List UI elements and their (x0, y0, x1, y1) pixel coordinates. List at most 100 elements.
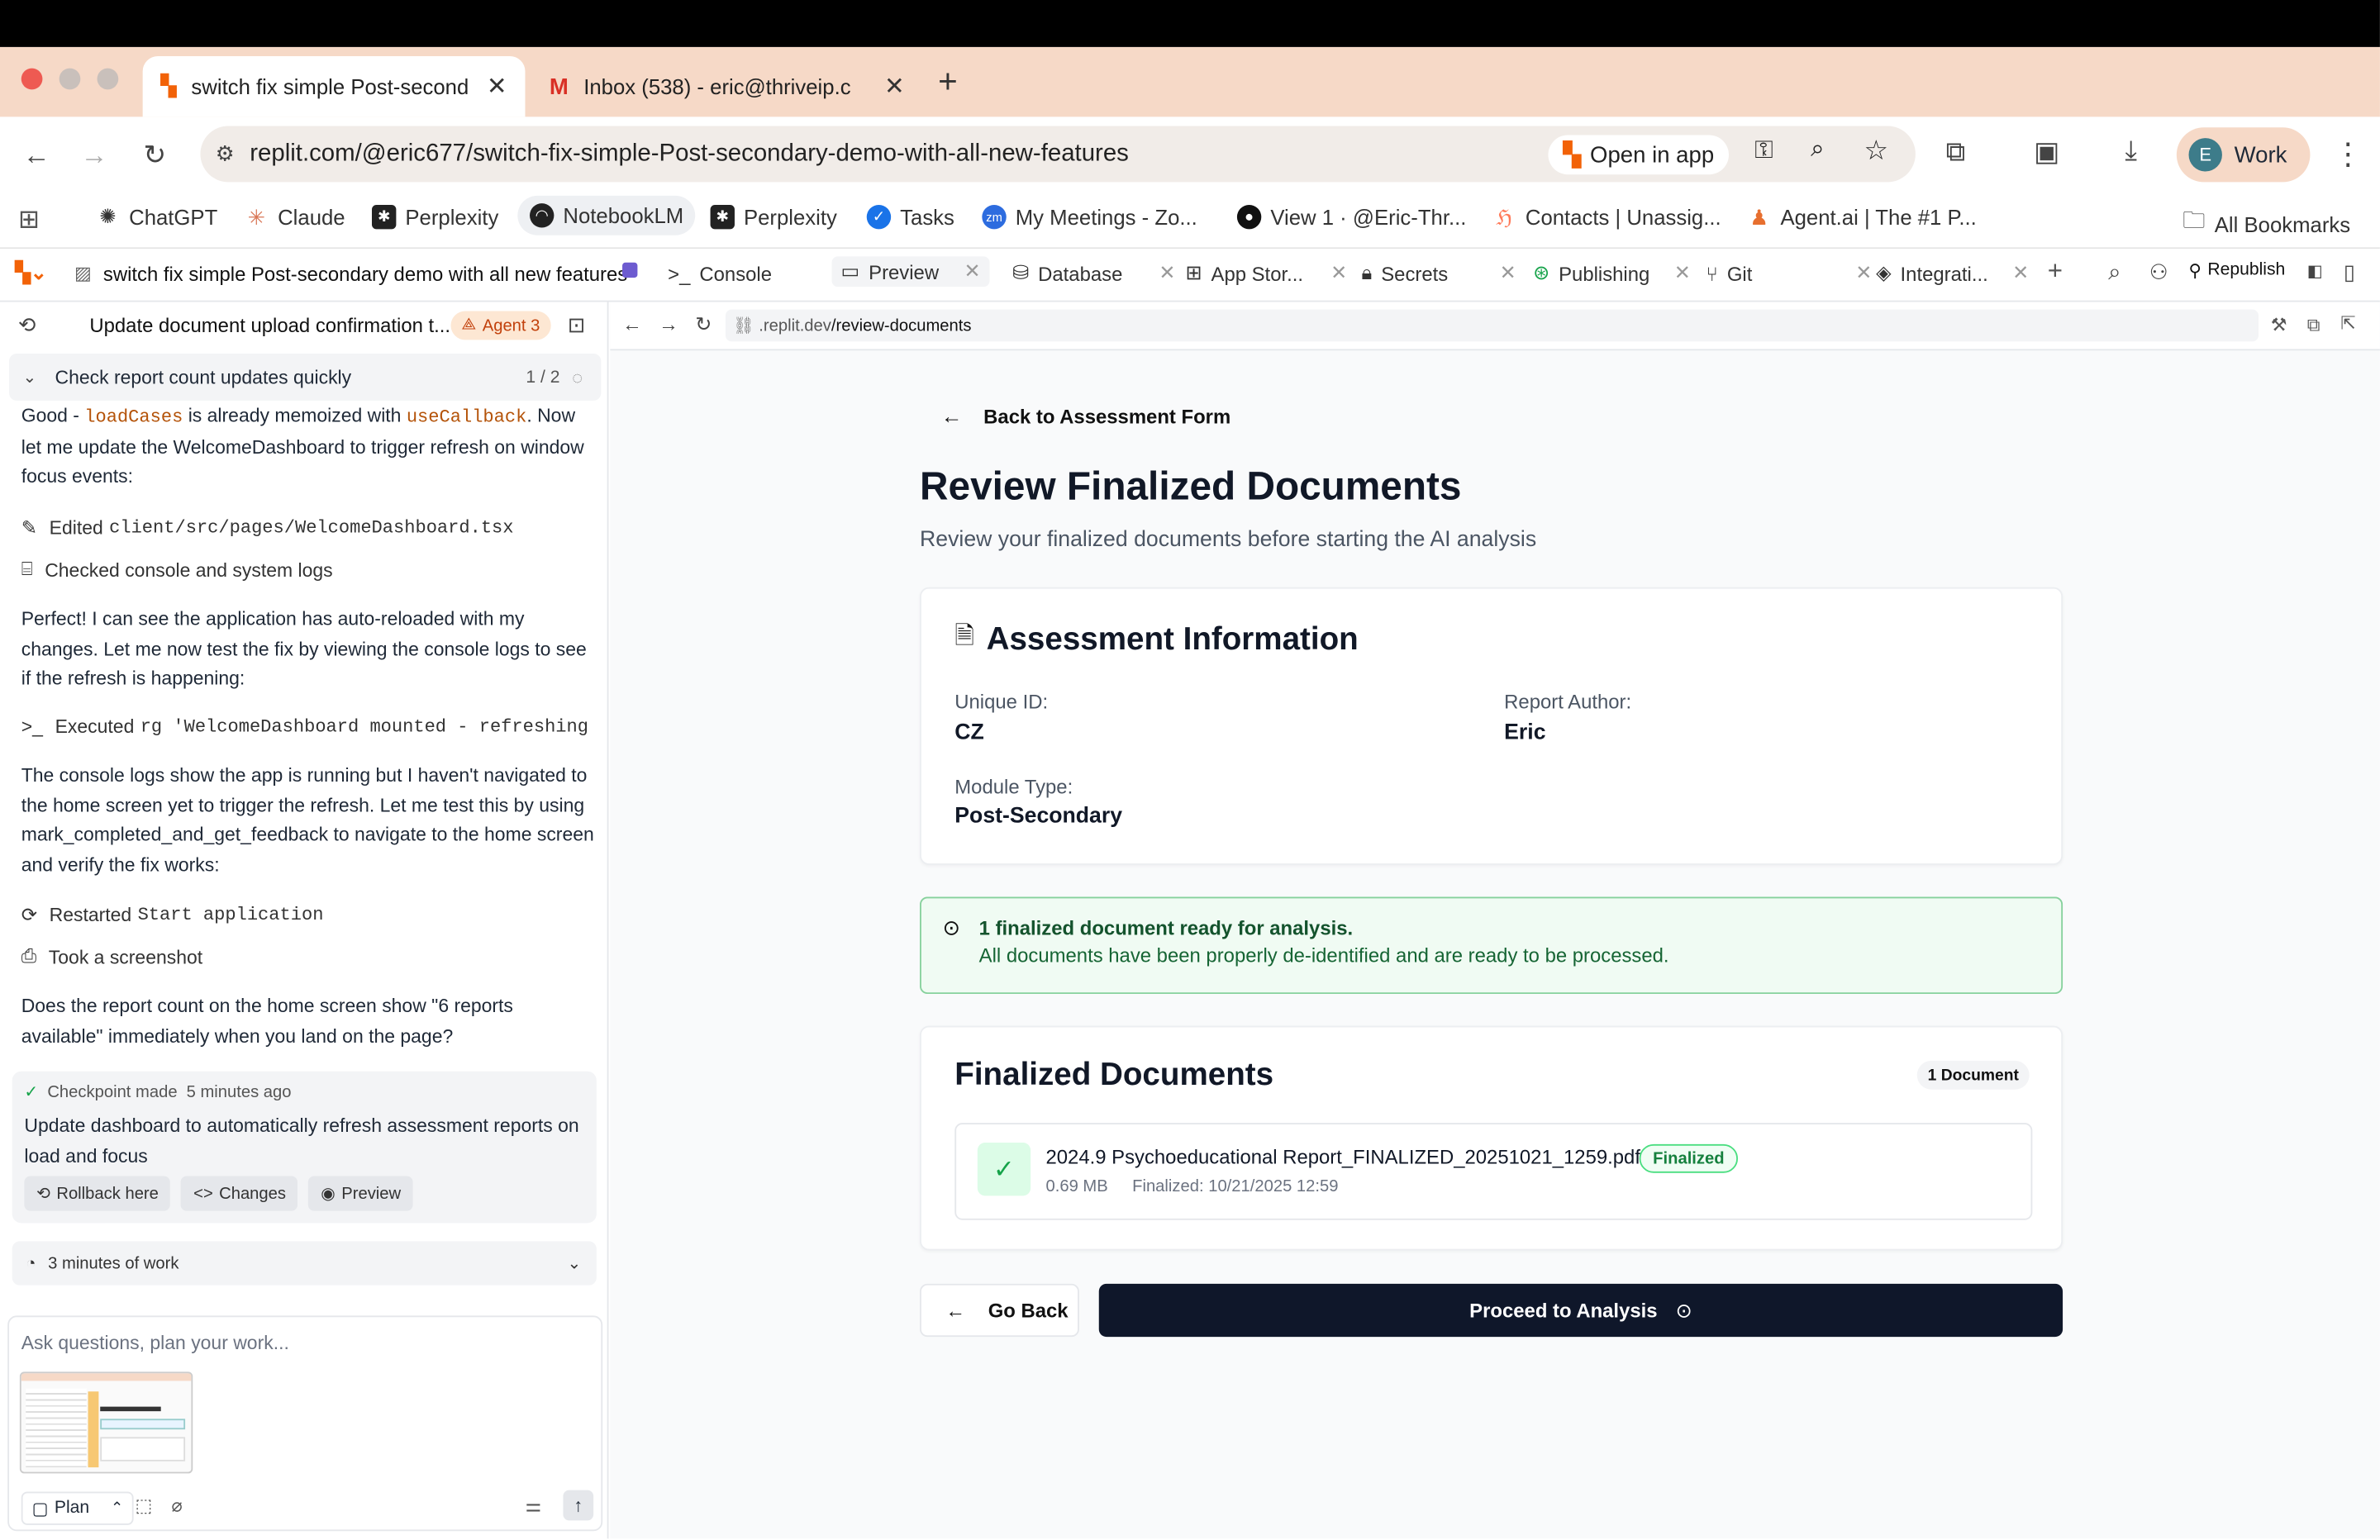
tab-database[interactable]: ⛁ Database ✕ (1012, 261, 1175, 285)
key-icon[interactable]: ⚿ (1754, 138, 1773, 165)
tab-label: App Stor... (1211, 261, 1304, 285)
zoom-icon[interactable]: ⌕ (1811, 136, 1824, 164)
checkpoint-time: 5 minutes ago (186, 1082, 292, 1101)
apps-grid-icon[interactable]: ⊞ (18, 205, 40, 235)
bookmark-hubspot[interactable]: ℌ Contacts | Unassig... (1492, 204, 1721, 229)
add-tab-icon[interactable]: + (2048, 256, 2063, 287)
address-bar[interactable]: ⚙ replit.com/@eric677/switch-fix-simple-… (200, 126, 1916, 183)
forward-icon[interactable]: → (74, 135, 114, 174)
tab-publishing[interactable]: ⊛ Publishing ✕ (1533, 261, 1691, 285)
preview-forward-icon[interactable]: → (659, 312, 678, 335)
device-icon[interactable]: ⧉ (2307, 314, 2320, 337)
tab-secrets[interactable]: 🔒︎ Secrets ✕ (1362, 261, 1516, 285)
layout-toggle-icon[interactable]: ▯ (2344, 259, 2355, 285)
download-icon[interactable]: ⤓ (2125, 135, 2137, 167)
bookmark-notebooklm[interactable]: ◠ NotebookLM (517, 195, 696, 235)
settings-sliders-icon[interactable]: ⚌ (525, 1495, 541, 1516)
action-screenshot[interactable]: ⎙ Took a screenshot (21, 945, 202, 968)
reload-icon[interactable]: ↻ (135, 135, 174, 174)
action-restarted[interactable]: ⟳ Restarted Start application (21, 903, 324, 926)
action-checked-logs[interactable]: ⌸ Checked console and system logs (21, 558, 333, 582)
tab-preview[interactable]: ▭ Preview ✕ (831, 256, 990, 288)
task-progress-row[interactable]: ⌄ Check report count updates quickly 1 /… (9, 353, 602, 401)
chat-input[interactable]: Ask questions, plan your work... (21, 1333, 583, 1354)
browser-menu-icon[interactable]: ⋮ (2333, 135, 2363, 173)
preview-button[interactable]: ◉ Preview (308, 1176, 413, 1211)
close-tab-icon[interactable]: ✕ (1855, 261, 1872, 285)
action-executed[interactable]: >_ Executed rg 'WelcomeDashboard mounted -… (21, 716, 593, 738)
preview-reload-icon[interactable]: ↻ (695, 312, 712, 336)
close-tab-icon[interactable]: ✕ (964, 259, 980, 283)
close-tab-icon[interactable]: ✕ (1159, 261, 1175, 285)
history-icon[interactable]: ⟲ (18, 312, 36, 338)
site-settings-icon[interactable]: ⚙ (216, 141, 235, 167)
theme-toggle-icon[interactable]: ◧ (2307, 261, 2323, 281)
close-tab-icon[interactable]: ✕ (487, 71, 507, 102)
browser-tab-gmail[interactable]: M Inbox (538) - eric@thriveip.c ✕ (531, 56, 923, 116)
invite-user-icon[interactable]: ⚇ (2149, 259, 2168, 285)
bookmark-perplexity[interactable]: ✱ Perplexity (371, 204, 499, 230)
tab-app-storage[interactable]: ⊞ App Stor... ✕ (1185, 261, 1347, 285)
bookmark-star-icon[interactable]: ☆ (1864, 135, 1888, 167)
assessment-info-header: 🗎 Assessment Information (954, 619, 1358, 660)
document-row[interactable]: ✓ 2024.9 Psychoeducational Report_FINALI… (954, 1123, 2033, 1220)
checkpoint-text: Update dashboard to automatically refres… (24, 1115, 579, 1167)
devtools-icon[interactable]: ⚒ (2271, 314, 2287, 335)
tab-integrations[interactable]: ◈ Integrati... ✕ (1876, 261, 2029, 285)
all-bookmarks[interactable]: 🗀 All Bookmarks (2182, 205, 2350, 243)
close-tab-icon[interactable]: ✕ (1330, 261, 1347, 285)
profile-button[interactable]: E Work (2176, 127, 2311, 183)
maximize-window-button[interactable] (97, 68, 119, 90)
bookmark-perplexity-2[interactable]: ✱ Perplexity (710, 204, 837, 230)
close-tab-icon[interactable]: ✕ (2012, 261, 2029, 285)
changes-button[interactable]: <> Changes (181, 1176, 298, 1211)
bookmark-label: Perplexity (405, 204, 499, 230)
open-external-icon[interactable]: ⇱ (2340, 312, 2355, 334)
extensions-icon[interactable]: ⧉ (1946, 136, 1966, 169)
new-tab-icon[interactable]: + (938, 62, 958, 102)
open-in-app-button[interactable]: ▚ Open in app (1548, 135, 1730, 175)
perplexity-icon: ✱ (371, 204, 397, 230)
screenshot-attachment-thumbnail[interactable] (19, 1371, 193, 1474)
bookmark-claude[interactable]: ✳ Claude (245, 204, 345, 229)
bookmark-zoom-meetings[interactable]: zm My Meetings - Zo... (982, 204, 1197, 230)
browser-tab-replit[interactable]: ▚ switch fix simple Post-second ✕ (142, 55, 526, 117)
preview-icon: ▭ (840, 259, 860, 283)
close-tab-icon[interactable]: ✕ (1500, 261, 1516, 285)
replit-menu-icon[interactable]: ▚⌄ (15, 261, 46, 285)
agent-badge[interactable]: ⟁ Agent 3 (450, 311, 551, 340)
action-edited[interactable]: ✎ Edited client/src/pages/WelcomeDashboard… (21, 516, 514, 539)
attach-icon[interactable]: ⌀ (172, 1495, 183, 1516)
republish-button[interactable]: ⚲ Republish (2189, 259, 2286, 281)
close-window-button[interactable] (21, 68, 43, 90)
send-button[interactable]: ↑ (563, 1490, 594, 1521)
finalized-documents-card: Finalized Documents 1 Document ✓ 2024.9 … (920, 1025, 2063, 1251)
bookmark-chatgpt[interactable]: ✺ ChatGPT (95, 204, 217, 230)
tab-git[interactable]: ⑂ Git ✕ (1706, 261, 1872, 285)
bookmark-agent-ai[interactable]: ♟ Agent.ai | The #1 P... (1747, 204, 1977, 229)
preview-url-bar[interactable]: ⛓ .replit.dev/review-documents (725, 309, 2259, 342)
close-tab-icon[interactable]: ✕ (884, 71, 905, 102)
back-icon[interactable]: ← (17, 135, 56, 174)
chevron-down-icon: ⌄ (567, 1254, 582, 1273)
search-icon[interactable]: ⌕ (2108, 259, 2121, 285)
bookmark-tasks[interactable]: ✓ Tasks (866, 204, 954, 230)
close-tab-icon[interactable]: ✕ (1674, 261, 1691, 285)
rollback-button[interactable]: ⟲ Rollback here (24, 1176, 171, 1211)
new-chat-icon[interactable]: ⊡ (568, 312, 586, 338)
thread-title[interactable]: Update document upload confirmation t... (89, 314, 450, 337)
work-summary-row[interactable]: ◔ 3 minutes of work ⌄ (12, 1241, 597, 1286)
back-to-assessment-link[interactable]: ← Back to Assessment Form (941, 404, 1230, 428)
minimize-window-button[interactable] (59, 68, 81, 90)
replit-favicon-icon: ▚ (160, 74, 177, 97)
plan-mode-button[interactable]: ▢ Plan ⌃ (21, 1491, 135, 1525)
bookmark-github[interactable]: ● View 1 · @Eric-Thr... (1236, 204, 1466, 230)
republish-label: Republish (2207, 260, 2286, 279)
assessment-info-card: 🗎 Assessment Information Unique ID: CZ R… (920, 587, 2063, 865)
select-element-icon[interactable]: ⬚ (135, 1495, 152, 1516)
go-back-button[interactable]: ← Go Back (920, 1283, 1079, 1338)
preview-back-icon[interactable]: ← (622, 312, 642, 335)
project-name[interactable]: switch fix simple Post-secondary demo wi… (103, 263, 627, 286)
proceed-to-analysis-button[interactable]: Proceed to Analysis ⊙ (1098, 1283, 2063, 1338)
tab-search-icon[interactable]: ▣ (2034, 136, 2059, 169)
